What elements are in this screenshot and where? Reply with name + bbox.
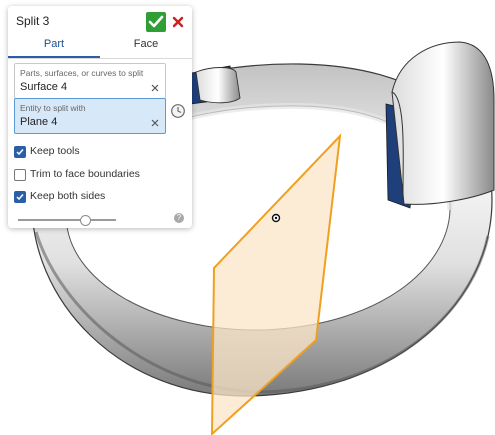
entity-to-split-with-label: Entity to split with <box>20 103 86 113</box>
entity-to-split-with-value: Plane 4 <box>20 116 58 128</box>
dialog-header: Split 3 <box>8 6 192 34</box>
entity-to-split-with-field[interactable]: Entity to split with Plane 4 <box>14 98 166 134</box>
ring-tube-stub-right[interactable] <box>391 41 495 205</box>
clear-entity-button[interactable] <box>150 118 160 128</box>
keep-tools-option[interactable]: Keep tools <box>14 145 134 159</box>
preview-slider[interactable] <box>18 215 116 226</box>
keep-tools-label: Keep tools <box>30 145 80 157</box>
keep-both-sides-option[interactable]: Keep both sides <box>14 190 134 204</box>
preview-slider-thumb[interactable] <box>79 215 91 226</box>
checkmark-icon <box>148 15 164 28</box>
keep-both-sides-label: Keep both sides <box>30 190 106 202</box>
close-icon <box>151 119 159 127</box>
trim-to-face-boundaries-label: Trim to face boundaries <box>30 168 140 180</box>
parts-to-split-label: Parts, surfaces, or curves to split <box>20 68 144 78</box>
clear-parts-button[interactable] <box>150 83 160 93</box>
trim-to-face-boundaries-option[interactable]: Trim to face boundaries <box>14 168 164 182</box>
history-icon[interactable] <box>170 103 186 119</box>
split-feature-dialog: Split 3 Part Face Parts, surfaces, or cu… <box>8 6 192 228</box>
dialog-title: Split 3 <box>16 14 50 28</box>
tab-part[interactable]: Part <box>8 36 100 58</box>
trim-to-face-boundaries-checkbox[interactable] <box>14 169 26 181</box>
tab-face[interactable]: Face <box>100 36 192 56</box>
accept-button[interactable] <box>146 12 166 32</box>
checkmark-icon <box>16 149 24 156</box>
help-icon[interactable]: ? <box>174 213 184 223</box>
plane-origin-marker[interactable] <box>271 213 281 223</box>
ring-cut-face-left[interactable] <box>195 67 241 104</box>
parts-to-split-field[interactable]: Parts, surfaces, or curves to split Surf… <box>14 63 166 99</box>
keep-tools-checkbox[interactable] <box>14 146 26 158</box>
cancel-button[interactable] <box>170 13 186 31</box>
parts-to-split-value: Surface 4 <box>20 81 68 93</box>
checkmark-icon <box>16 194 24 201</box>
close-icon <box>172 16 184 28</box>
close-icon <box>151 84 159 92</box>
dialog-tabs: Part Face <box>8 36 192 59</box>
keep-both-sides-checkbox[interactable] <box>14 191 26 203</box>
